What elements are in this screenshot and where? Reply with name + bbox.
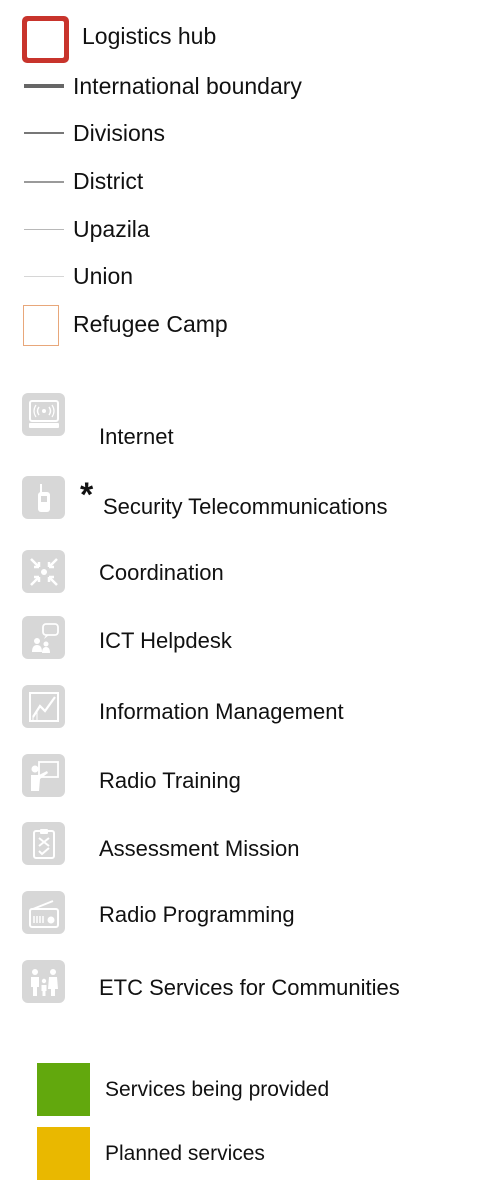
legend-label: International boundary — [73, 73, 302, 99]
service-label: Information Management — [99, 699, 344, 724]
district-line — [24, 181, 64, 183]
service-ict-helpdesk: ICT Helpdesk — [99, 630, 232, 652]
radio-programming-icon — [22, 891, 65, 934]
service-label: Radio Programming — [99, 902, 295, 927]
status-label: Planned services — [105, 1142, 265, 1165]
service-etc-communities: ETC Services for Communities — [99, 977, 400, 999]
services-provided-swatch — [37, 1063, 90, 1116]
refugee-camp-icon — [23, 305, 59, 346]
service-security-telecommunications: Security Telecommunications — [103, 496, 388, 518]
union-line — [24, 276, 64, 277]
legend-label: Divisions — [73, 120, 166, 146]
divisions-line — [24, 132, 64, 134]
status-planned-services: Planned services — [105, 1143, 265, 1164]
service-information-management: Information Management — [99, 701, 344, 723]
legend-label: Logistics hub — [82, 23, 217, 49]
legend-item-district: District — [73, 170, 143, 193]
legend-item-logistics-hub: Logistics hub — [82, 25, 216, 48]
coordination-icon — [22, 550, 65, 593]
service-label: Security Telecommunications — [103, 494, 388, 519]
legend-item-refugee-camp: Refugee Camp — [73, 313, 228, 336]
information-management-icon — [22, 685, 65, 728]
legend-item-international-boundary: International boundary — [73, 75, 302, 98]
status-label: Services being provided — [105, 1078, 330, 1101]
service-label: Radio Training — [99, 768, 241, 793]
international-boundary-line — [24, 84, 64, 88]
service-internet: Internet — [99, 426, 174, 448]
helpdesk-icon — [22, 616, 65, 659]
service-label: ICT Helpdesk — [99, 628, 232, 653]
status-services-provided: Services being provided — [105, 1079, 329, 1100]
legend-label: District — [73, 168, 144, 194]
planned-services-swatch — [37, 1127, 90, 1180]
service-label: ETC Services for Communities — [99, 975, 400, 1000]
legend-item-divisions: Divisions — [73, 122, 165, 145]
internet-icon — [22, 393, 65, 436]
legend-label: Union — [73, 263, 134, 289]
legend-item-union: Union — [73, 265, 133, 288]
service-label: Coordination — [99, 560, 224, 585]
assessment-mission-icon — [22, 822, 65, 865]
legend-label: Upazila — [73, 216, 150, 242]
logistics-hub-icon — [22, 16, 69, 63]
service-radio-programming: Radio Programming — [99, 904, 295, 926]
community-services-icon — [22, 960, 65, 1003]
legend-item-upazila: Upazila — [73, 218, 150, 241]
radio-training-icon — [22, 754, 65, 797]
service-radio-training: Radio Training — [99, 770, 241, 792]
legend-label: Refugee Camp — [73, 311, 228, 337]
asterisk-mark: * — [80, 476, 94, 514]
service-coordination: Coordination — [99, 562, 224, 584]
service-assessment-mission: Assessment Mission — [99, 838, 300, 860]
upazila-line — [24, 229, 64, 230]
radio-handset-icon — [22, 476, 65, 519]
service-label: Assessment Mission — [99, 836, 300, 861]
service-label: Internet — [99, 424, 174, 449]
